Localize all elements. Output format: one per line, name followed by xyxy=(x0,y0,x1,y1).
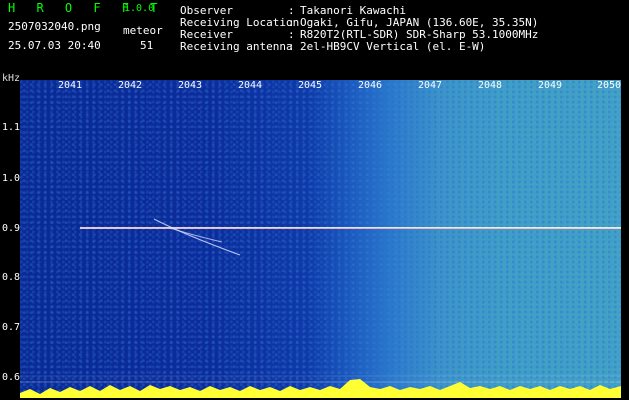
x-tick-label: 2050 xyxy=(597,80,622,91)
spectrogram-overlay xyxy=(20,218,621,398)
info-separator: : xyxy=(288,40,295,53)
x-tick-label: 2041 xyxy=(58,80,83,91)
spectrogram-plot xyxy=(20,80,621,398)
antenna-key: Receiving antenna xyxy=(180,40,293,53)
y-tick-label: 0.9 xyxy=(2,223,21,234)
meteor-trail-2 xyxy=(169,227,223,243)
image-timestamp: 25.07.03 20:40 xyxy=(8,39,101,52)
x-tick-label: 2042 xyxy=(118,80,143,91)
antenna-value: 2el-HB9CV Vertical (el. E-W) xyxy=(300,40,486,53)
x-tick-label: 2043 xyxy=(178,80,203,91)
hrofft-window: H R O F F T 1.0.0 2507032040.png 25.07.0… xyxy=(0,0,629,400)
x-tick-label: 2044 xyxy=(238,80,263,91)
image-filename: 2507032040.png xyxy=(8,20,101,33)
x-tick-label: 2047 xyxy=(418,80,443,91)
app-version: 1.0.0 xyxy=(124,3,155,14)
y-tick-label: 1.1 xyxy=(2,122,21,133)
y-axis-unit: kHz xyxy=(2,73,21,84)
y-tick-label: 0.7 xyxy=(2,322,21,333)
y-tick-label: 0.8 xyxy=(2,272,21,283)
meteor-trail-1 xyxy=(153,218,241,256)
detection-count: 51 xyxy=(140,39,154,52)
y-tick-label: 1.0 xyxy=(2,173,21,184)
detection-mode: meteor xyxy=(123,24,163,37)
x-tick-label: 2046 xyxy=(358,80,383,91)
x-tick-label: 2048 xyxy=(478,80,503,91)
y-tick-label: 0.6 xyxy=(2,372,21,383)
x-tick-label: 2045 xyxy=(298,80,323,91)
x-tick-label: 2049 xyxy=(538,80,563,91)
antenna-row: Receiving antenna: 2el-HB9CV Vertical (el… xyxy=(180,41,485,53)
